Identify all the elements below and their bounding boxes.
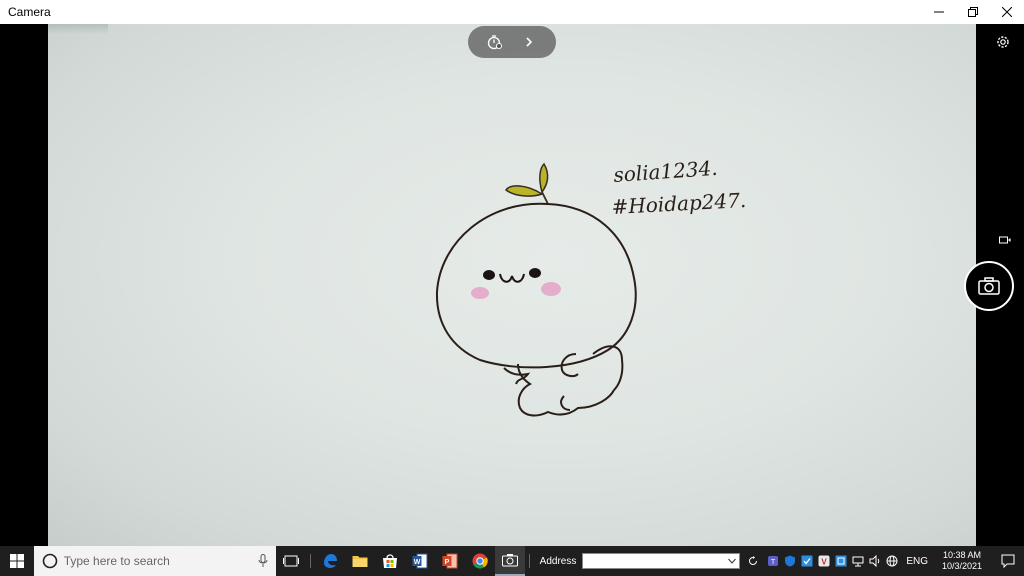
sprout-leaf-right [539,162,549,194]
refresh-icon [749,556,758,565]
volume-button[interactable] [868,555,881,568]
tray-app-3[interactable] [800,555,813,568]
input-language[interactable]: ENG [906,556,928,567]
task-view-icon [283,555,300,567]
network-icon [852,556,864,567]
camera-app-button[interactable] [494,546,525,576]
take-photo-button[interactable] [964,261,1014,311]
taskbar-clock[interactable]: 10:38 AM 10/3/2021 [936,550,988,572]
minimize-button[interactable] [922,0,956,24]
store-button[interactable] [375,546,405,576]
svg-text:W: W [414,559,421,566]
action-center-button[interactable] [992,546,1024,576]
restore-icon [968,7,978,17]
doodle-body [517,363,615,417]
teams-icon: T [767,556,778,566]
powerpoint-icon: P [442,553,458,569]
notification-icon [1001,554,1015,568]
close-icon [1002,7,1012,17]
checklist-icon [801,555,813,567]
doodle-drawing: solia1234. #Hoidap247. [435,156,747,417]
sprout-leaf-left [504,185,544,197]
chevron-down-icon[interactable] [728,558,737,564]
system-tray: T V ENG 10:38 AM 10/3/2021 [766,546,1024,576]
doodle-blush-left [471,287,489,299]
tray-app-5[interactable] [834,555,847,568]
close-button[interactable] [990,0,1024,24]
task-view-button[interactable] [276,546,306,576]
globe-icon [886,555,898,567]
settings-icon[interactable] [994,33,1012,51]
timer-pill[interactable] [468,26,556,58]
chrome-button[interactable] [465,546,495,576]
language-globe-button[interactable] [885,555,898,568]
word-icon: W [412,553,428,569]
edge-icon [324,554,338,568]
shield-icon [784,555,795,567]
windows-logo-icon [9,554,24,568]
camera-viewport: solia1234. #Hoidap247. [0,24,1024,546]
windows-taskbar: Type here to search W P Address T V ENG … [0,546,1024,576]
network-button[interactable] [851,555,864,568]
sprout-stem [541,191,549,205]
doodle-head [435,202,637,369]
vivaldi-icon: V [818,555,830,567]
taskbar-separator [310,554,312,568]
tray-app-1[interactable]: T [766,555,779,568]
svg-text:P: P [445,559,450,566]
doodle-arm-right [592,345,624,391]
doodle-foot [560,395,571,411]
address-input[interactable] [582,553,741,569]
chrome-icon [472,553,488,569]
address-label: Address [539,555,577,567]
camera-preview: solia1234. #Hoidap247. [48,24,976,546]
svg-text:V: V [821,558,827,567]
window-titlebar: Camera [0,0,1024,24]
powerpoint-button[interactable]: P [435,546,465,576]
svg-text:T: T [771,559,776,566]
window-title: Camera [8,5,51,19]
clock-date: 10/3/2021 [942,561,983,571]
timer-icon[interactable] [487,34,503,50]
doodle-eye-right [529,268,541,278]
address-toolbar: Address [540,553,761,569]
start-button[interactable] [0,546,34,576]
search-placeholder: Type here to search [63,554,170,568]
doodle-eye-left [483,270,495,280]
doodle-blush-right [541,282,561,296]
doodle-leg [503,367,531,385]
file-explorer-button[interactable] [345,546,375,576]
restore-button[interactable] [956,0,990,24]
taskbar-search-box[interactable]: Type here to search [33,546,277,576]
store-icon [382,554,397,568]
taskbar-separator [528,554,530,568]
microphone-icon[interactable] [258,554,268,568]
minimize-icon [934,11,944,13]
video-mode-icon[interactable] [999,235,1011,245]
tray-app-2[interactable] [783,555,796,568]
handwriting-username: solia1234. [613,156,719,187]
cortana-icon [42,553,57,569]
address-go-button[interactable] [746,553,760,569]
file-explorer-icon [352,556,368,567]
chevron-right-icon[interactable] [521,34,537,50]
camera-shutter-icon [978,277,1000,295]
word-button[interactable]: W [405,546,435,576]
volume-icon [869,555,880,567]
camera-app-icon [501,554,518,567]
handwriting-hashtag: #Hoidap247. [611,188,747,219]
edge-button[interactable] [315,546,345,576]
tray-app-4[interactable]: V [817,555,830,568]
clock-time: 10:38 AM [943,550,982,560]
doodle-mouth [499,273,525,283]
security-check-icon [835,555,847,567]
